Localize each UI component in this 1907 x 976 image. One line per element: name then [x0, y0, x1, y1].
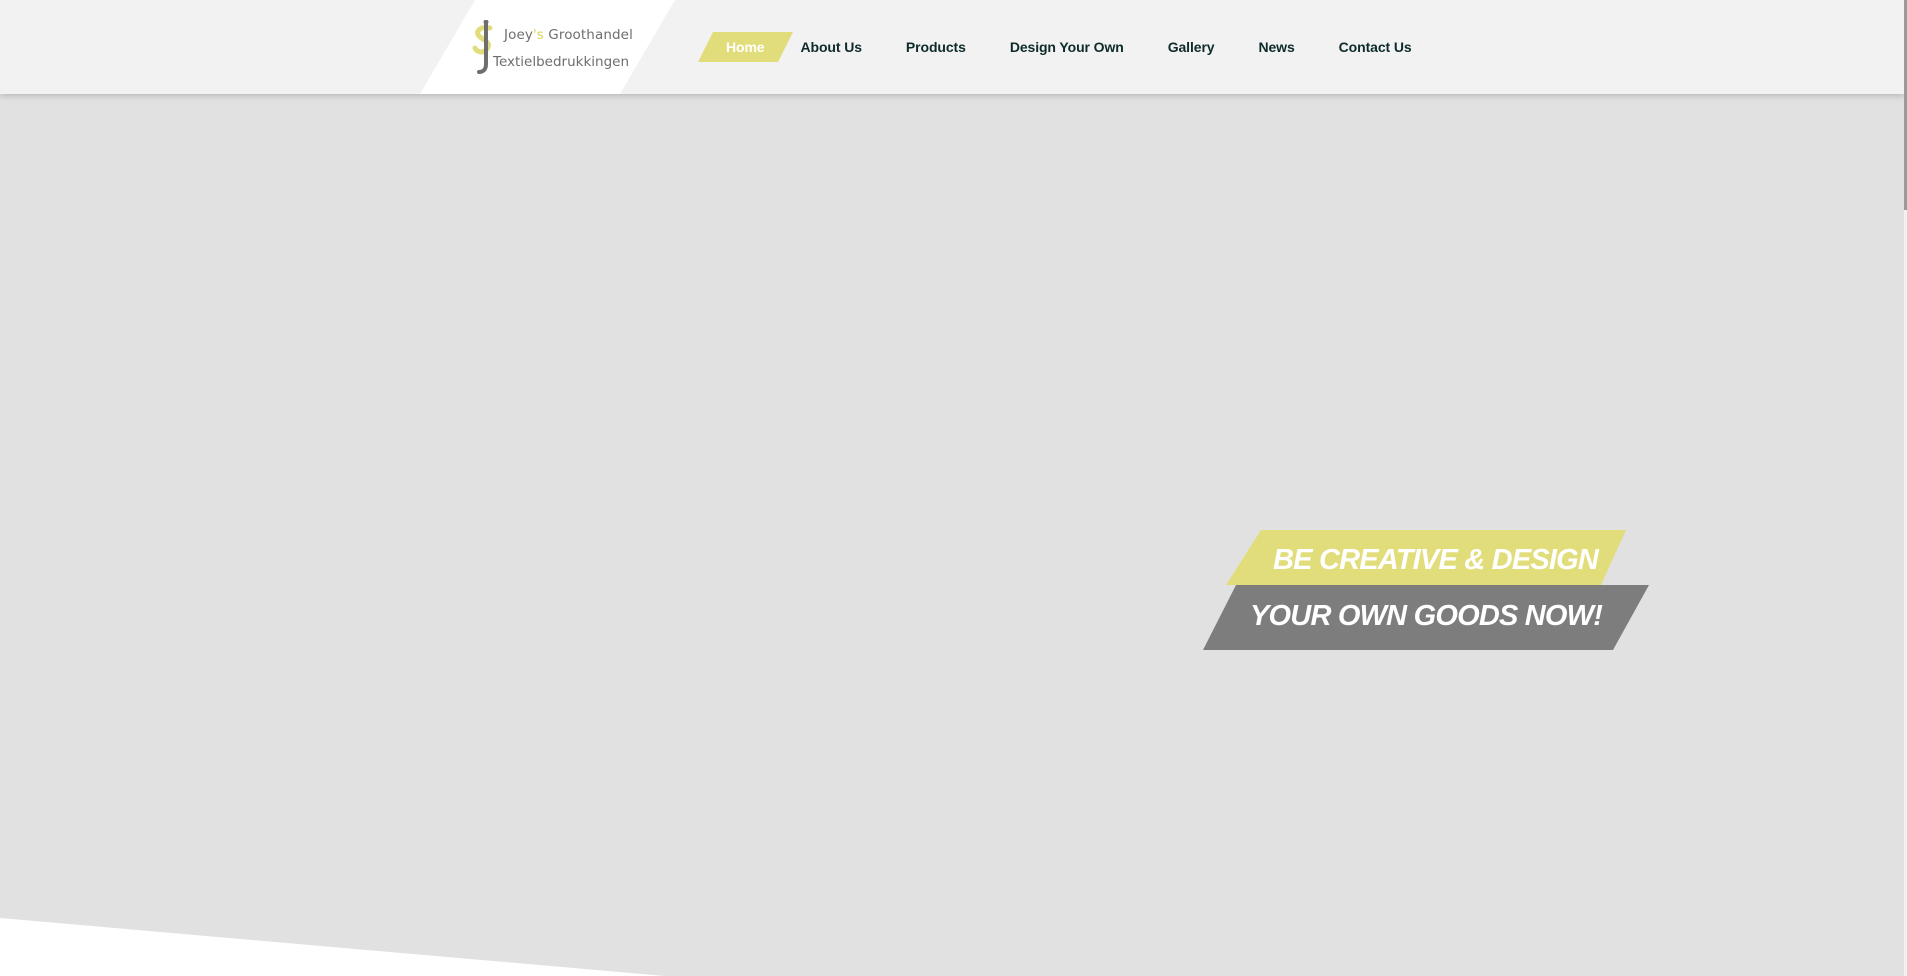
logo-apostrophe: 's — [532, 27, 544, 43]
logo-text-line1: Joey's Groothandel — [504, 27, 633, 43]
nav-item-products[interactable]: Products — [906, 32, 966, 62]
nav-item-about-us[interactable]: About Us — [801, 32, 863, 62]
hero-headline-line2: YOUR OWN GOODS NOW! — [1250, 600, 1603, 632]
nav-item-contact-us[interactable]: Contact Us — [1339, 32, 1412, 62]
nav-item-gallery[interactable]: Gallery — [1168, 32, 1215, 62]
logo-text-line2: Textielbedrukkingen — [493, 54, 630, 70]
site-header: Joey's Groothandel Textielbedrukkingen H… — [0, 0, 1905, 94]
nav-item-home[interactable]: Home — [698, 32, 793, 62]
logo-rest: Groothandel — [543, 27, 633, 43]
site-logo[interactable]: Joey's Groothandel Textielbedrukkingen — [470, 20, 633, 76]
hero-headline-line1: BE CREATIVE & DESIGN — [1273, 544, 1599, 576]
hero-banner: BE CREATIVE & DESIGN YOUR OWN GOODS NOW! — [1203, 530, 1649, 650]
page: Joey's Groothandel Textielbedrukkingen H… — [0, 0, 1907, 976]
main-nav: Home About Us Products Design Your Own G… — [698, 32, 1412, 62]
logo-name: Joey — [504, 27, 533, 43]
nav-item-design-your-own[interactable]: Design Your Own — [1010, 32, 1124, 62]
section-divider-slant — [0, 918, 665, 976]
nav-item-news[interactable]: News — [1258, 32, 1294, 62]
